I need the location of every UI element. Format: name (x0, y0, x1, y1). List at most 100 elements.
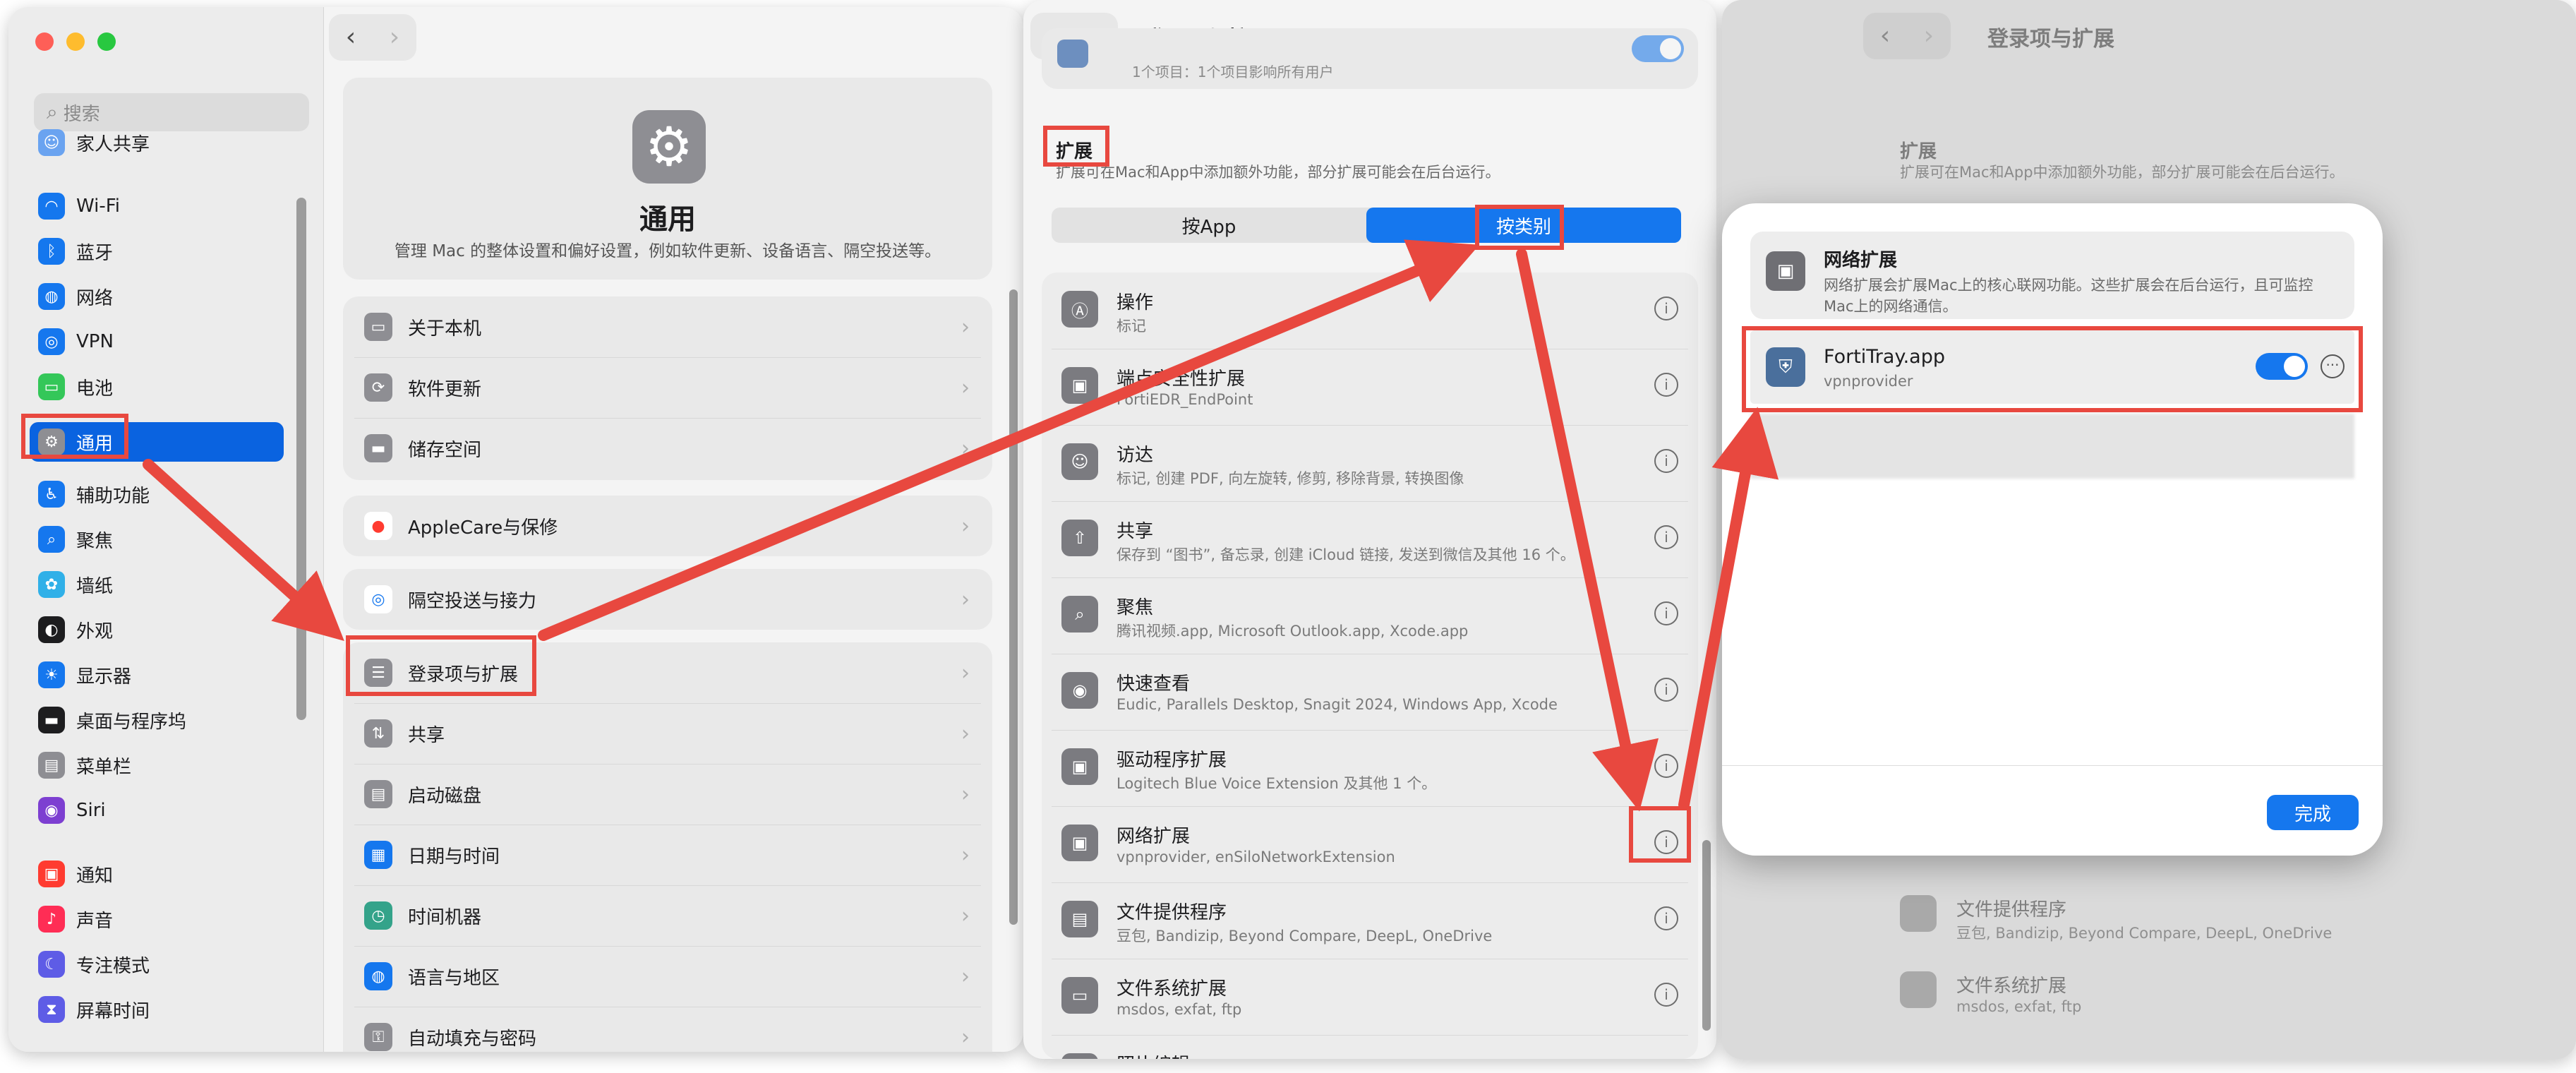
network-icon: ◍ (38, 283, 65, 310)
forward-chevron-icon[interactable]: › (373, 14, 416, 61)
ext-row-finder[interactable]: ☺ 访达 标记, 创建 PDF, 向左旋转, 修剪, 移除背景, 转换图像 i (1052, 425, 1688, 502)
extension-icon: ▣ (1061, 748, 1098, 785)
back-chevron-icon[interactable]: ‹ (329, 14, 373, 61)
extension-icon: ▣ (1061, 825, 1098, 861)
row-airdrop[interactable]: ◎ 隔空投送与接力 › (354, 569, 981, 630)
drive-icon (1900, 971, 1937, 1008)
login-item-toggle[interactable] (1632, 35, 1684, 62)
sidebar-scrollbar[interactable] (296, 198, 306, 720)
ext-row-network[interactable]: ▣ 网络扩展 vpnprovider, enSiloNetworkExtension… (1052, 806, 1688, 883)
ext-title: 照片编辑 (1117, 1050, 1190, 1059)
row-time-machine[interactable]: ◷ 时间机器 › (354, 885, 981, 947)
sidebar-item-focus[interactable]: ☾ 专注模式 (38, 945, 150, 984)
sidebar-item-label: 通知 (76, 865, 114, 887)
sidebar-item-dock[interactable]: ▬ 桌面与程序坞 (38, 700, 186, 740)
info-icon[interactable]: i (1654, 373, 1678, 397)
row-label: AppleCare与保修 (408, 517, 558, 539)
sidebar-item-label: Siri (76, 800, 106, 821)
spotlight-icon: ⌕ (38, 526, 65, 553)
sidebar-item-battery[interactable]: ▭ 电池 (38, 367, 113, 407)
sidebar-item-family[interactable]: ☺ 家人共享 (38, 123, 150, 162)
ext-row-actions[interactable]: Ⓐ 操作 标记 i (1052, 272, 1688, 349)
chevron-right-icon: › (961, 587, 970, 612)
chevron-right-icon: › (961, 903, 970, 928)
ext-row-spotlight[interactable]: ⌕ 聚焦 腾讯视频.app, Microsoft Outlook.app, Xcod… (1052, 577, 1688, 654)
key-icon: ⚿ (364, 1023, 392, 1051)
wifi-icon: ◠ (38, 193, 65, 220)
dialog-description-2: Mac上的网络通信。 (1824, 298, 1958, 315)
sidebar-item-screentime[interactable]: ⧗ 屏幕时间 (38, 990, 150, 1029)
sidebar-item-bluetooth[interactable]: ᛒ 蓝牙 (38, 232, 113, 271)
ext-row-quick-look[interactable]: ◉ 快速查看 Eudic, Parallels Desktop, Snagit 20… (1052, 654, 1688, 731)
sidebar-item-network[interactable]: ◍ 网络 (38, 277, 113, 316)
ext-subtitle: 标记, 创建 PDF, 向左旋转, 修剪, 移除背景, 转换图像 (1117, 470, 1464, 487)
ext-row-driver[interactable]: ▣ 驱动程序扩展 Logitech Blue Voice Extension 及其他… (1052, 730, 1688, 807)
sidebar-item-wallpaper[interactable]: ✿ 墙纸 (38, 565, 113, 604)
highlight-fortitray-row (1742, 326, 2363, 412)
ext-row-endpoint-security[interactable]: ▣ 端点安全性扩展 FortiEDR_EndPoint i (1052, 349, 1688, 426)
sidebar-item-siri[interactable]: ◉ Siri (38, 791, 106, 830)
info-icon[interactable]: i (1654, 983, 1678, 1007)
sidebar-item-label: Wi-Fi (76, 196, 121, 217)
ext-row-sharing[interactable]: ⇧ 共享 保存到 “图书”, 备忘录, 创建 iCloud 链接, 发送到微信及其他… (1052, 501, 1688, 578)
row-startup-disk[interactable]: ▤ 启动磁盘 › (354, 764, 981, 825)
ext-subtitle: vpnprovider, enSiloNetworkExtension (1117, 849, 1395, 865)
tab-by-app[interactable]: 按App (1052, 208, 1366, 243)
row-about[interactable]: ▭ 关于本机 › (354, 296, 981, 358)
row-label: 储存空间 (408, 439, 482, 461)
sidebar-item-display[interactable]: ☀ 显示器 (38, 655, 131, 695)
sidebar-item-wifi[interactable]: ◠ Wi-Fi (38, 186, 120, 226)
row-software-update[interactable]: ⟳ 软件更新 › (354, 357, 981, 419)
ext-subtitle: msdos, exfat, ftp (1117, 1001, 1242, 1018)
ext-title: 文件提供程序 (1956, 899, 2067, 921)
sidebar-item-notifications[interactable]: ▣ 通知 (38, 854, 113, 894)
info-icon[interactable]: i (1654, 601, 1678, 625)
general-scrollbar[interactable] (1009, 289, 1018, 925)
back-chevron-icon[interactable]: ‹ (1863, 13, 1907, 59)
sidebar-item-menubar[interactable]: ▤ 菜单栏 (38, 745, 131, 785)
row-date-time[interactable]: ▦ 日期与时间 › (354, 825, 981, 886)
blurred-row (1750, 414, 2354, 479)
ext-subtitle: Logitech Blue Voice Extension 及其他 1 个。 (1117, 775, 1437, 792)
row-applecare[interactable]: ● AppleCare与保修 › (354, 496, 981, 556)
menubar-icon: ▤ (38, 752, 65, 779)
done-button[interactable]: 完成 (2267, 795, 2359, 830)
chevron-right-icon: › (961, 1024, 970, 1050)
row-storage[interactable]: ▬ 储存空间 › (354, 418, 981, 479)
sharing-icon: ⇅ (364, 719, 392, 748)
disk-icon: ▤ (364, 780, 392, 808)
forward-chevron-icon[interactable]: › (1907, 13, 1951, 59)
row-sharing[interactable]: ⇅ 共享 › (354, 703, 981, 765)
info-icon[interactable]: i (1654, 525, 1678, 549)
ext-title: 共享 (1117, 521, 1154, 542)
info-icon[interactable]: i (1654, 449, 1678, 473)
dialog-divider (1722, 765, 2383, 766)
minimize-window-button[interactable] (66, 32, 85, 51)
laptop-icon: ▭ (364, 313, 392, 341)
eye-icon: ◉ (1061, 672, 1098, 709)
info-icon[interactable]: i (1654, 296, 1678, 320)
sidebar-item-label: 声音 (76, 910, 114, 932)
sidebar-item-accessibility[interactable]: ♿ 辅助功能 (38, 474, 150, 514)
extension-icon: ▣ (1766, 251, 1805, 291)
chevron-right-icon: › (961, 436, 970, 461)
sidebar-item-label: 外观 (76, 621, 114, 642)
row-autofill[interactable]: ⚿ 自动填充与密码 › (354, 1007, 981, 1052)
extensions-scrollbar[interactable] (1702, 840, 1711, 1031)
ext-row-photo-editing[interactable]: ▨ 照片编辑 (1052, 1035, 1688, 1059)
sidebar-item-vpn[interactable]: ◎ VPN (38, 322, 114, 361)
info-icon[interactable]: i (1654, 906, 1678, 930)
row-language-region[interactable]: ◍ 语言与地区 › (354, 946, 981, 1007)
dock-icon: ▬ (38, 707, 65, 733)
ext-row-file-provider[interactable]: ▤ 文件提供程序 豆包, Bandizip, Beyond Compare, Dee… (1052, 882, 1688, 959)
sidebar-item-sound[interactable]: ♪ 声音 (38, 899, 113, 939)
zoom-window-button[interactable] (97, 32, 116, 51)
sidebar-item-appearance[interactable]: ◐ 外观 (38, 610, 113, 649)
nav-buttons: ‹› (1863, 13, 1951, 59)
close-window-button[interactable] (35, 32, 54, 51)
sidebar-item-spotlight[interactable]: ⌕ 聚焦 (38, 520, 113, 559)
ext-row-file-system[interactable]: ▭ 文件系统扩展 msdos, exfat, ftp i (1052, 959, 1688, 1036)
info-icon[interactable]: i (1654, 678, 1678, 702)
row-label: 启动磁盘 (408, 785, 482, 807)
info-icon[interactable]: i (1654, 754, 1678, 778)
